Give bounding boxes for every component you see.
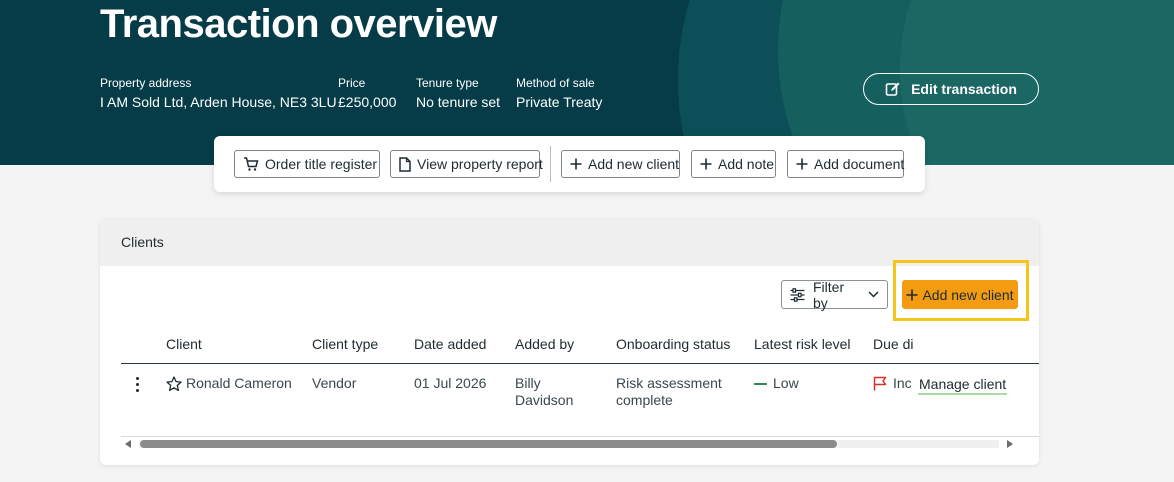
method-of-sale-value: Private Treaty <box>516 94 603 110</box>
order-title-register-label: Order title register <box>265 156 378 172</box>
plus-icon <box>570 158 582 170</box>
view-property-report-label: View property report <box>417 156 543 172</box>
plus-icon <box>796 158 808 170</box>
table-row: Ronald Cameron Vendor 01 Jul 2026 Billy … <box>121 365 1039 437</box>
client-name-cell: Ronald Cameron <box>166 375 292 392</box>
due-diligence-cell: Inc <box>873 375 912 392</box>
onboarding-status-line1: Risk assessment <box>616 375 722 391</box>
highlight-box <box>893 260 1029 321</box>
method-of-sale-label: Method of sale <box>516 76 595 90</box>
client-name: Ronald Cameron <box>186 375 292 391</box>
edit-transaction-button[interactable]: Edit transaction <box>863 73 1039 105</box>
tenure-type: Tenure type No tenure set <box>416 76 500 110</box>
clients-table-header: Client Client type Date added Added by O… <box>121 322 1039 364</box>
onboarding-status-cell: Risk assessment complete <box>616 375 722 409</box>
added-by-cell: Billy Davidson <box>515 375 573 409</box>
clients-panel: Clients Filter by Add new client Client … <box>100 219 1039 465</box>
column-header[interactable]: Due di <box>873 336 913 352</box>
client-type-cell: Vendor <box>312 375 357 391</box>
order-title-register-button[interactable]: Order title register <box>234 150 380 178</box>
add-note-label: Add note <box>718 156 775 172</box>
clients-panel-header: Clients <box>100 219 1039 266</box>
risk-level-cell: Low <box>754 375 799 392</box>
tenure-type-value: No tenure set <box>416 94 501 110</box>
property-address: Property address I AM Sold Ltd, Arden Ho… <box>100 76 337 110</box>
edit-icon <box>885 81 901 97</box>
filter-by-label: Filter by <box>813 278 845 311</box>
add-document-label: Add document <box>814 156 905 172</box>
method-of-sale: Method of sale Private Treaty <box>516 76 602 110</box>
added-by-last: Davidson <box>515 392 574 408</box>
cart-icon <box>243 156 259 172</box>
flag-icon <box>873 376 887 391</box>
add-document-button[interactable]: Add document <box>787 150 904 178</box>
clients-panel-title: Clients <box>121 234 164 250</box>
risk-level-value: Low <box>773 375 799 391</box>
column-header[interactable]: Onboarding status <box>616 336 730 352</box>
filter-by-dropdown[interactable]: Filter by <box>781 278 888 311</box>
added-by-first: Billy <box>515 375 541 391</box>
plus-icon <box>700 158 712 170</box>
price: Price £250,000 <box>338 76 396 110</box>
add-new-client-toolbar-button[interactable]: Add new client <box>561 150 680 178</box>
view-property-report-button[interactable]: View property report <box>390 150 543 178</box>
column-header[interactable]: Client <box>166 336 202 352</box>
star-icon[interactable] <box>166 375 182 392</box>
add-note-button[interactable]: Add note <box>691 150 776 178</box>
column-header[interactable]: Date added <box>414 336 486 352</box>
scrollbar-thumb[interactable] <box>140 440 837 448</box>
property-address-label: Property address <box>100 76 192 90</box>
action-toolbar: Order title register View property repor… <box>214 136 925 192</box>
toolbar-divider <box>550 146 551 182</box>
price-value: £250,000 <box>338 94 397 110</box>
date-added-cell: 01 Jul 2026 <box>414 375 487 391</box>
page-title: Transaction overview <box>100 2 497 46</box>
risk-low-indicator-icon <box>754 382 767 385</box>
price-label: Price <box>338 76 366 90</box>
scroll-right-icon[interactable] <box>1007 440 1013 448</box>
edit-transaction-label: Edit transaction <box>911 81 1017 97</box>
column-header[interactable]: Added by <box>515 336 574 352</box>
horizontal-scrollbar[interactable] <box>121 437 1020 451</box>
more-options-icon[interactable] <box>134 377 140 392</box>
scroll-left-icon[interactable] <box>125 440 131 448</box>
property-address-value: I AM Sold Ltd, Arden House, NE3 3LU <box>100 94 337 110</box>
column-header[interactable]: Client type <box>312 336 378 352</box>
tenure-type-label: Tenure type <box>416 76 479 90</box>
onboarding-status-line2: complete <box>616 392 673 408</box>
column-header[interactable]: Latest risk level <box>754 336 850 352</box>
add-new-client-toolbar-label: Add new client <box>588 156 680 172</box>
document-icon <box>399 156 411 172</box>
sliders-icon <box>790 287 805 302</box>
due-diligence-value: Inc <box>893 375 912 391</box>
chevron-down-icon <box>868 291 879 298</box>
manage-client-link[interactable]: Manage client <box>918 374 1008 395</box>
